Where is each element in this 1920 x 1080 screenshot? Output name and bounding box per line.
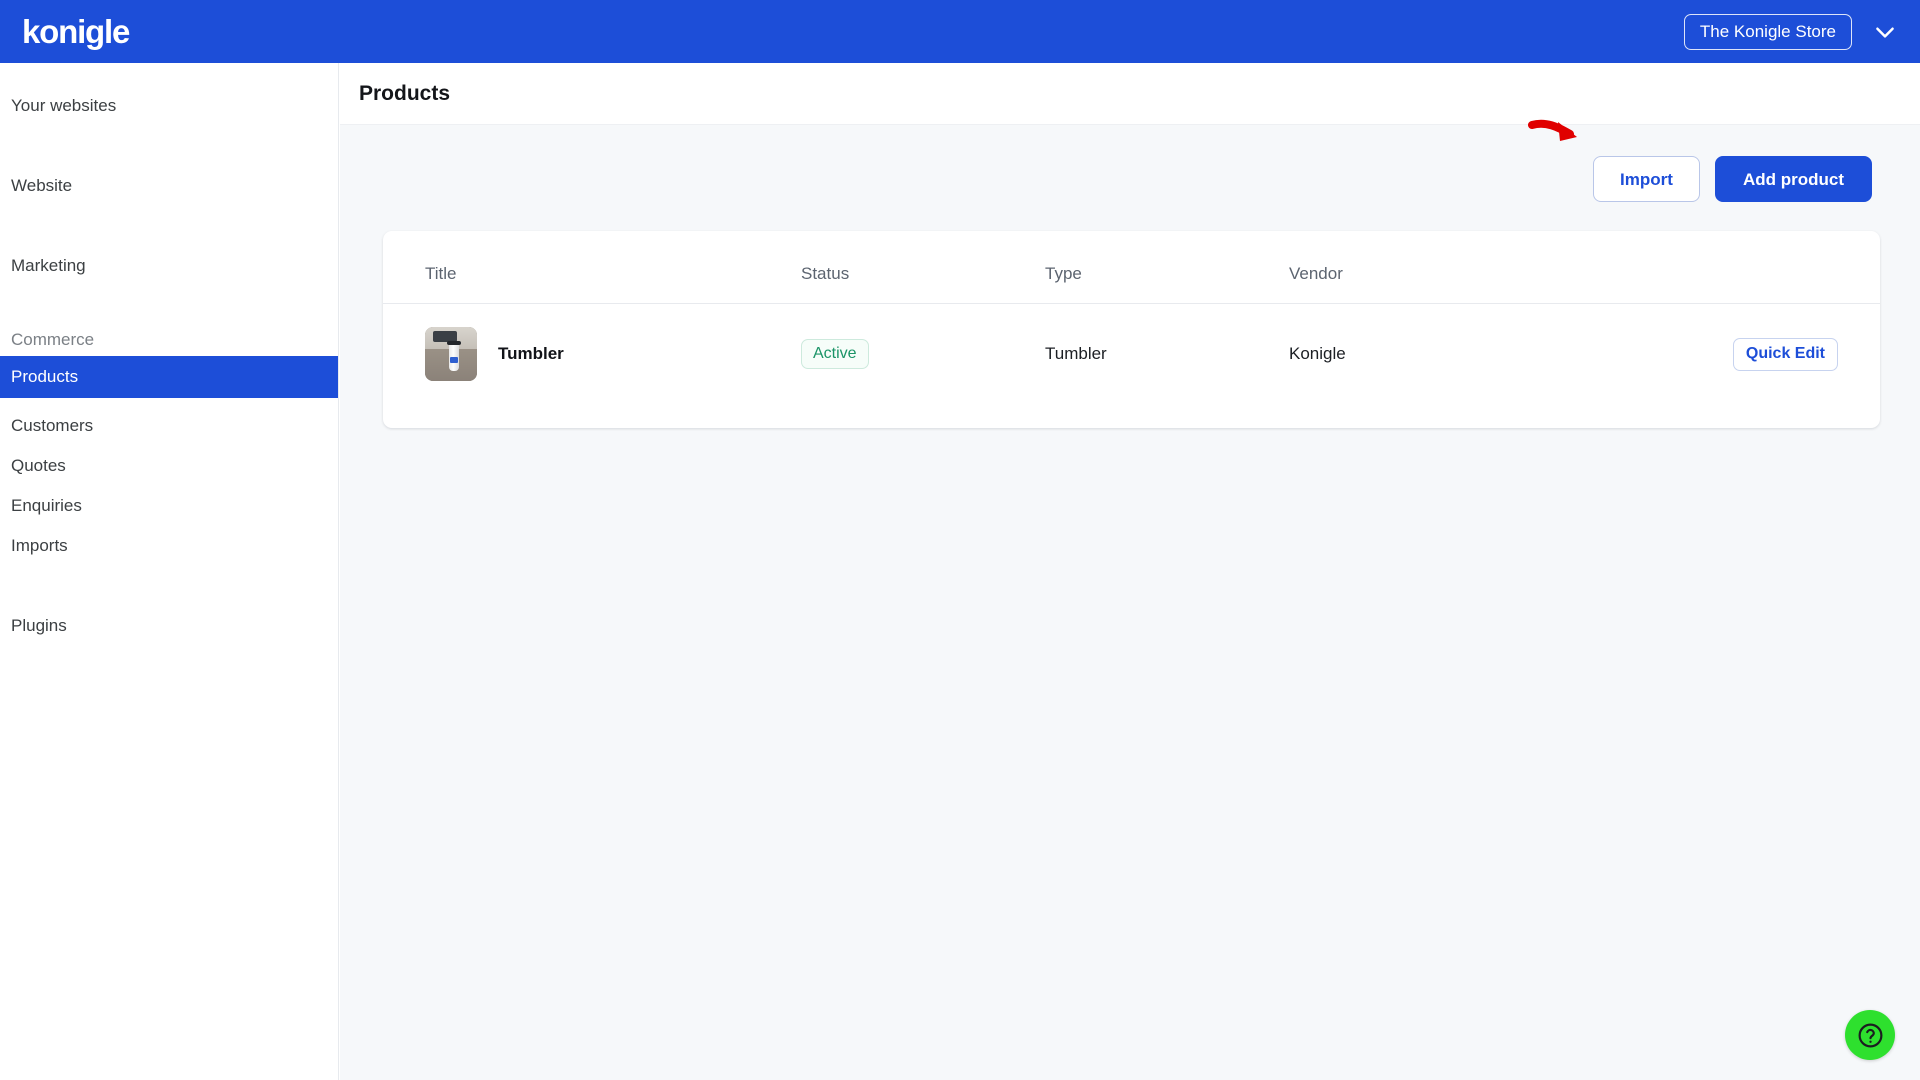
quick-edit-button[interactable]: Quick Edit: [1732, 337, 1838, 371]
sidebar-item-label: Imports: [11, 536, 68, 555]
top-bar-right: The Konigle Store: [1683, 13, 1898, 50]
product-name: Tumbler: [498, 344, 564, 363]
sidebar-item-label: Quotes: [11, 456, 66, 475]
sidebar-item-label: Your websites: [11, 96, 117, 115]
page-title: Products: [359, 81, 451, 105]
products-card: Title Status Type Vendor Tumbler Active …: [383, 231, 1880, 428]
sidebar-item-label: Customers: [11, 416, 94, 435]
sidebar-item-label: Plugins: [11, 616, 67, 635]
cell-vendor: Konigle: [1289, 344, 1346, 363]
sidebar-item-label: Website: [11, 176, 73, 195]
sidebar-item-marketing[interactable]: Marketing: [0, 246, 338, 286]
page-actions: Import Add product: [340, 119, 1920, 202]
question-mark-icon: [1858, 1023, 1882, 1047]
thumbnail-tumbler-label: [450, 357, 459, 364]
sidebar: Your websites Website Marketing Commerce…: [0, 63, 339, 1080]
column-header-type[interactable]: Type: [1045, 231, 1289, 304]
sidebar-item-plugins[interactable]: Plugins: [0, 606, 338, 646]
table-row[interactable]: Tumbler Active Tumbler Konigle Quick Edi…: [383, 304, 1880, 405]
cell-status: Active: [801, 304, 1045, 405]
add-product-button[interactable]: Add product: [1715, 156, 1872, 202]
sidebar-item-label: Enquiries: [11, 496, 82, 515]
sidebar-item-quotes[interactable]: Quotes: [0, 446, 338, 486]
konigle-logo[interactable]: konigle: [22, 15, 130, 48]
chevron-down-icon[interactable]: [1872, 19, 1898, 45]
sidebar-item-customers[interactable]: Customers: [0, 406, 338, 446]
sidebar-item-website[interactable]: Website: [0, 166, 338, 206]
store-selector[interactable]: The Konigle Store: [1683, 13, 1852, 50]
column-header-status[interactable]: Status: [801, 231, 1045, 304]
column-header-vendor[interactable]: Vendor: [1289, 231, 1620, 304]
column-header-actions: [1620, 231, 1880, 304]
column-header-title[interactable]: Title: [383, 231, 801, 304]
top-bar: konigle The Konigle Store: [0, 0, 1920, 63]
page-header: Products: [340, 63, 1920, 125]
help-button[interactable]: [1845, 1010, 1895, 1060]
cell-type: Tumbler: [1045, 344, 1107, 363]
sidebar-item-products[interactable]: Products: [0, 356, 338, 398]
sidebar-item-enquiries[interactable]: Enquiries: [0, 486, 338, 526]
sidebar-item-label: Marketing: [11, 256, 86, 275]
sidebar-item-label: Products: [11, 367, 79, 386]
cell-actions: Quick Edit: [1620, 304, 1880, 405]
sidebar-item-imports[interactable]: Imports: [0, 526, 338, 566]
products-table: Title Status Type Vendor Tumbler Active …: [383, 231, 1880, 404]
status-badge: Active: [801, 339, 869, 369]
sidebar-item-your-websites[interactable]: Your websites: [0, 86, 338, 126]
table-header-row: Title Status Type Vendor: [383, 231, 1880, 304]
product-thumbnail[interactable]: [425, 327, 477, 381]
import-button[interactable]: Import: [1593, 156, 1700, 202]
sidebar-section-commerce: Commerce: [0, 326, 338, 354]
cell-title: Tumbler: [383, 304, 801, 405]
thumbnail-tumbler-lid: [447, 341, 462, 346]
sidebar-section-label: Commerce: [11, 330, 95, 349]
main-content: Products Import Add product Title Status…: [340, 63, 1920, 1080]
product-title-cell: Tumbler: [425, 327, 801, 381]
